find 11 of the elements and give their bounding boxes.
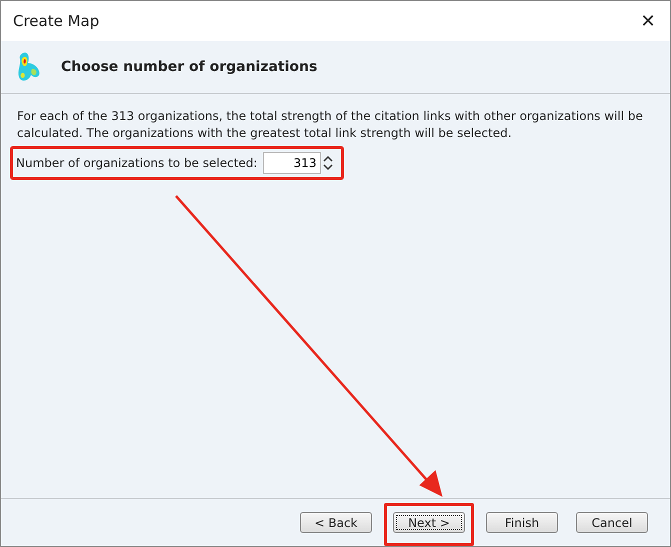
- spinner-arrows-icon[interactable]: [323, 155, 334, 171]
- step-title: Choose number of organizations: [61, 59, 318, 75]
- wizard-button[interactable]: Finish: [486, 512, 558, 533]
- number-field[interactable]: 313: [263, 152, 322, 174]
- description-text: For each of the 313 organizations, the total strength of the citation links with other organizations will be calculated. The organizations with the greatest total link strength will be selected.: [17, 108, 644, 142]
- close-button[interactable]: ✕: [626, 1, 670, 41]
- field-label: Number of organizations to be selected:: [16, 156, 258, 170]
- wizard-button[interactable]: Cancel: [576, 512, 648, 533]
- wizard-button[interactable]: Next >: [393, 512, 465, 533]
- wizard-button[interactable]: < Back: [300, 512, 372, 533]
- window-title: Create Map: [13, 12, 100, 30]
